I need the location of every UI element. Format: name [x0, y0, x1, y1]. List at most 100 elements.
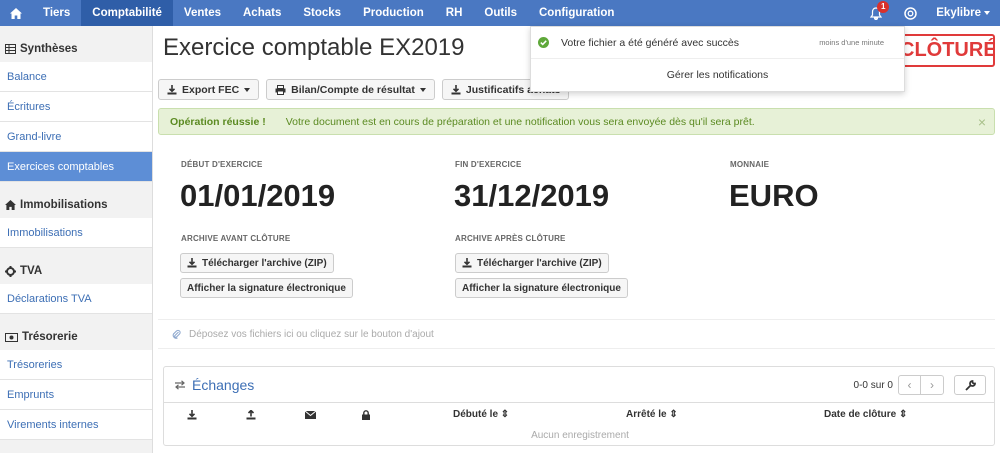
- toolbar: Export FEC Bilan/Compte de résultat Just…: [158, 79, 570, 100]
- notification-dropdown: Votre fichier a été généré avec succès m…: [530, 26, 905, 92]
- column-label: Date de clôture: [824, 409, 897, 420]
- sidebar-item-immobilisations[interactable]: Immobilisations: [0, 218, 152, 248]
- bilan-label: Bilan/Compte de résultat: [291, 83, 415, 96]
- life-ring-icon: [904, 6, 917, 20]
- end-label: FIN D'EXERCICE: [455, 160, 522, 169]
- nav-outils[interactable]: Outils: [473, 0, 528, 26]
- help-button[interactable]: [890, 0, 930, 26]
- sidebar-item-tresoreries[interactable]: Trésoreries: [0, 350, 152, 380]
- nav-rh[interactable]: RH: [435, 0, 474, 26]
- table-icon: [5, 44, 16, 54]
- success-alert: Opération réussie ! Votre document est e…: [158, 108, 995, 135]
- archive-before-label: ARCHIVE AVANT CLÔTURE: [181, 234, 291, 243]
- sidebar-section-tresorerie: Trésorerie: [0, 324, 152, 350]
- start-value: 01/01/2019: [180, 178, 336, 213]
- pager-count: 0-0 sur 0: [853, 379, 893, 391]
- show-signature-after-button[interactable]: Afficher la signature électronique: [455, 278, 628, 298]
- sidebar-section-syntheses: Synthèses: [0, 36, 152, 62]
- sidebar-section-tva: TVA: [0, 258, 152, 284]
- sidebar-item-balance[interactable]: Balance: [0, 62, 152, 92]
- envelope-icon: [305, 411, 316, 419]
- show-signature-before-button[interactable]: Afficher la signature électronique: [180, 278, 353, 298]
- exchange-icon: [175, 379, 185, 390]
- money-icon: [5, 332, 18, 342]
- download-icon: [187, 410, 197, 420]
- bilan-button[interactable]: Bilan/Compte de résultat: [266, 79, 435, 100]
- start-label: DÉBUT D'EXERCICE: [181, 160, 263, 169]
- download-archive-after-button[interactable]: Télécharger l'archive (ZIP): [455, 253, 609, 273]
- home-icon: [5, 200, 16, 210]
- pagination: 0-0 sur 0 ‹ ›: [854, 375, 944, 395]
- chevron-down-icon: [419, 87, 426, 92]
- download-icon: [451, 84, 461, 94]
- home-icon: [10, 7, 22, 19]
- sidebar-item-ecritures[interactable]: Écritures: [0, 92, 152, 122]
- sidebar-item-virements-internes[interactable]: Virements internes: [0, 410, 152, 440]
- nav-tiers[interactable]: Tiers: [32, 0, 81, 26]
- notification-item[interactable]: Votre fichier a été généré avec succès m…: [531, 27, 904, 59]
- page-title: Exercice comptable EX2019: [163, 34, 465, 61]
- status-badge: CLÔTURÉ: [898, 34, 995, 67]
- column-header-debute[interactable]: Débuté le ⇕: [453, 409, 509, 420]
- end-value: 31/12/2019: [454, 178, 610, 213]
- download-zip-label: Télécharger l'archive (ZIP): [477, 257, 602, 269]
- column-label: Arrêté le: [626, 409, 667, 420]
- notifications-button[interactable]: 1: [862, 0, 890, 26]
- sidebar-item-emprunts[interactable]: Emprunts: [0, 380, 152, 410]
- nav-achats[interactable]: Achats: [232, 0, 292, 26]
- sidebar-section-title: TVA: [20, 265, 43, 277]
- previous-page-button[interactable]: ‹: [899, 376, 921, 394]
- nav-comptabilite[interactable]: Comptabilité: [81, 0, 173, 26]
- close-icon[interactable]: ×: [978, 114, 986, 130]
- download-icon: [187, 258, 197, 268]
- alert-title: Opération réussie !: [170, 115, 266, 128]
- export-fec-label: Export FEC: [182, 83, 240, 96]
- sidebar-section-immobilisations: Immobilisations: [0, 192, 152, 218]
- dropzone-text: Déposez vos fichiers ici ou cliquez sur …: [189, 328, 434, 340]
- gear-icon: [5, 265, 16, 277]
- paperclip-icon: [172, 329, 181, 339]
- exchanges-panel: Échanges 0-0 sur 0 ‹ › Débuté le ⇕ Arrêt…: [163, 366, 995, 446]
- exchanges-header: Échanges 0-0 sur 0 ‹ ›: [164, 367, 994, 403]
- chevron-down-icon: [244, 87, 251, 92]
- column-header-cloture[interactable]: Date de clôture ⇕: [824, 409, 907, 420]
- settings-button[interactable]: [954, 375, 986, 395]
- user-name: Ekylibre: [936, 7, 981, 19]
- home-button[interactable]: [0, 0, 32, 26]
- empty-message: Aucun enregistrement: [531, 430, 629, 441]
- archive-after-label: ARCHIVE APRÈS CLÔTURE: [455, 234, 566, 243]
- sidebar-item-exercices-comptables[interactable]: Exercices comptables: [0, 152, 152, 182]
- user-menu[interactable]: Ekylibre: [930, 7, 1000, 19]
- manage-notifications-link[interactable]: Gérer les notifications: [531, 59, 904, 92]
- next-page-button[interactable]: ›: [921, 376, 943, 394]
- currency-label: MONNAIE: [730, 160, 770, 169]
- sort-icon: ⇕: [500, 409, 510, 420]
- notification-message: Votre fichier a été généré avec succès: [561, 36, 740, 49]
- sort-icon: ⇕: [899, 409, 908, 420]
- download-icon: [167, 84, 177, 94]
- sidebar-item-grand-livre[interactable]: Grand-livre: [0, 122, 152, 152]
- nav-stocks[interactable]: Stocks: [292, 0, 352, 26]
- sidebar: Synthèses Balance Écritures Grand-livre …: [0, 26, 153, 453]
- column-label: Débuté le: [453, 409, 499, 420]
- wrench-icon: [964, 379, 976, 391]
- sidebar-item-declarations-tva[interactable]: Déclarations TVA: [0, 284, 152, 314]
- nav-production[interactable]: Production: [352, 0, 435, 26]
- sidebar-section-title: Trésorerie: [22, 331, 78, 343]
- sidebar-section-title: Synthèses: [20, 43, 78, 55]
- check-circle-icon: [538, 37, 549, 48]
- alert-message: Votre document est en cours de préparati…: [285, 115, 755, 128]
- nav-configuration[interactable]: Configuration: [528, 0, 625, 26]
- nav-ventes[interactable]: Ventes: [173, 0, 232, 26]
- notification-time: moins d'une minute: [819, 38, 884, 47]
- download-zip-label: Télécharger l'archive (ZIP): [202, 257, 327, 269]
- download-archive-before-button[interactable]: Télécharger l'archive (ZIP): [180, 253, 334, 273]
- sidebar-section-title: Immobilisations: [20, 199, 108, 211]
- exchanges-title: Échanges: [192, 376, 255, 393]
- notification-badge: 1: [877, 1, 890, 13]
- file-dropzone[interactable]: Déposez vos fichiers ici ou cliquez sur …: [158, 319, 995, 349]
- currency-value: EURO: [729, 178, 819, 213]
- export-fec-button[interactable]: Export FEC: [158, 79, 260, 100]
- print-icon: [275, 84, 286, 95]
- column-header-arrete[interactable]: Arrêté le ⇕: [626, 409, 678, 420]
